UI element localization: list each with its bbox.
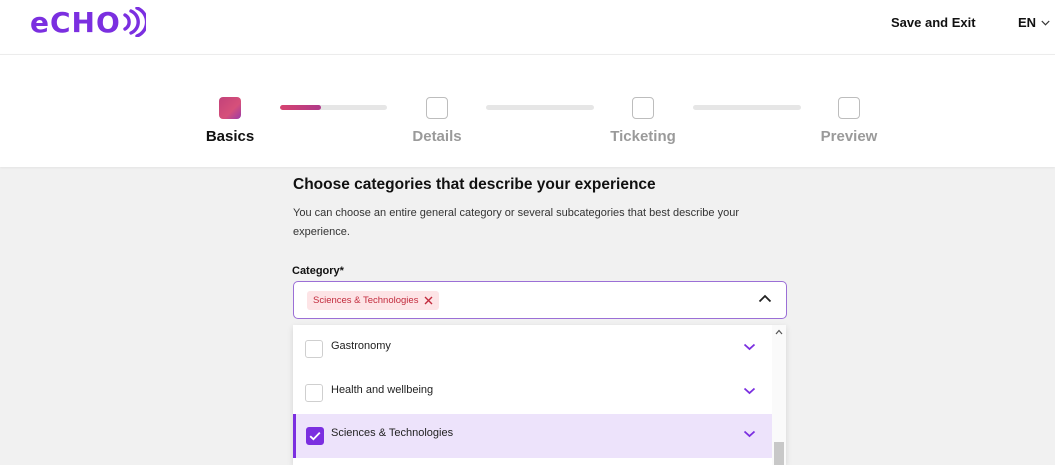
category-dropdown: Gastronomy Health and wellbeing Sciences… xyxy=(293,325,786,465)
language-selector[interactable]: EN xyxy=(1018,15,1050,30)
chip-label: Sciences & Technologies xyxy=(313,295,419,306)
scrollbar-thumb[interactable] xyxy=(774,442,784,465)
option-sciences-technologies[interactable]: Sciences & Technologies xyxy=(293,414,772,458)
logo-text: eCHO xyxy=(30,5,121,39)
step-box-basics[interactable] xyxy=(219,97,241,119)
progress-fill-1 xyxy=(280,105,321,110)
remove-chip-button[interactable] xyxy=(424,296,433,305)
section-title: Choose categories that describe your exp… xyxy=(293,176,656,193)
scroll-up-arrow-icon[interactable] xyxy=(775,329,783,335)
dropdown-scrollbar[interactable] xyxy=(772,325,786,465)
step-box-preview[interactable] xyxy=(838,97,860,119)
expand-chevron-icon[interactable] xyxy=(743,343,756,351)
progress-track-3 xyxy=(693,105,801,110)
sound-waves-icon xyxy=(123,7,146,37)
step-box-ticketing[interactable] xyxy=(632,97,654,119)
option-checkbox[interactable] xyxy=(305,340,323,358)
selected-category-chip: Sciences & Technologies xyxy=(307,291,440,310)
category-select[interactable]: Sciences & Technologies xyxy=(293,281,787,319)
step-label-details[interactable]: Details xyxy=(377,128,497,145)
step-box-details[interactable] xyxy=(426,97,448,119)
save-and-exit-button[interactable]: Save and Exit xyxy=(891,15,976,30)
option-label: Gastronomy xyxy=(331,340,391,352)
form-section: Choose categories that describe your exp… xyxy=(293,176,793,242)
step-label-ticketing[interactable]: Ticketing xyxy=(583,128,703,145)
expand-chevron-icon[interactable] xyxy=(743,430,756,438)
step-label-basics[interactable]: Basics xyxy=(170,128,290,145)
progress-track-1 xyxy=(280,105,387,110)
top-header: eCHO Save and Exit EN xyxy=(0,0,1055,54)
option-gastronomy[interactable]: Gastronomy xyxy=(293,327,772,369)
option-label: Sciences & Technologies xyxy=(331,427,454,439)
section-description: You can choose an entire general categor… xyxy=(293,207,739,238)
close-icon xyxy=(424,296,433,305)
option-checkbox-checked[interactable] xyxy=(306,427,324,445)
option-label: Health and wellbeing xyxy=(331,384,434,396)
chevron-up-icon[interactable] xyxy=(758,294,772,303)
chevron-down-icon xyxy=(1041,20,1050,26)
step-label-preview[interactable]: Preview xyxy=(789,128,909,145)
echo-logo[interactable]: eCHO xyxy=(30,4,146,40)
checkmark-icon xyxy=(309,431,321,441)
category-label: Category* xyxy=(292,265,344,277)
option-checkbox[interactable] xyxy=(305,384,323,402)
language-label: EN xyxy=(1018,15,1037,30)
progress-track-2 xyxy=(486,105,594,110)
progress-stepper: Basics Details Ticketing Preview xyxy=(0,54,1055,167)
expand-chevron-icon[interactable] xyxy=(743,387,756,395)
option-health-wellbeing[interactable]: Health and wellbeing xyxy=(293,371,772,413)
